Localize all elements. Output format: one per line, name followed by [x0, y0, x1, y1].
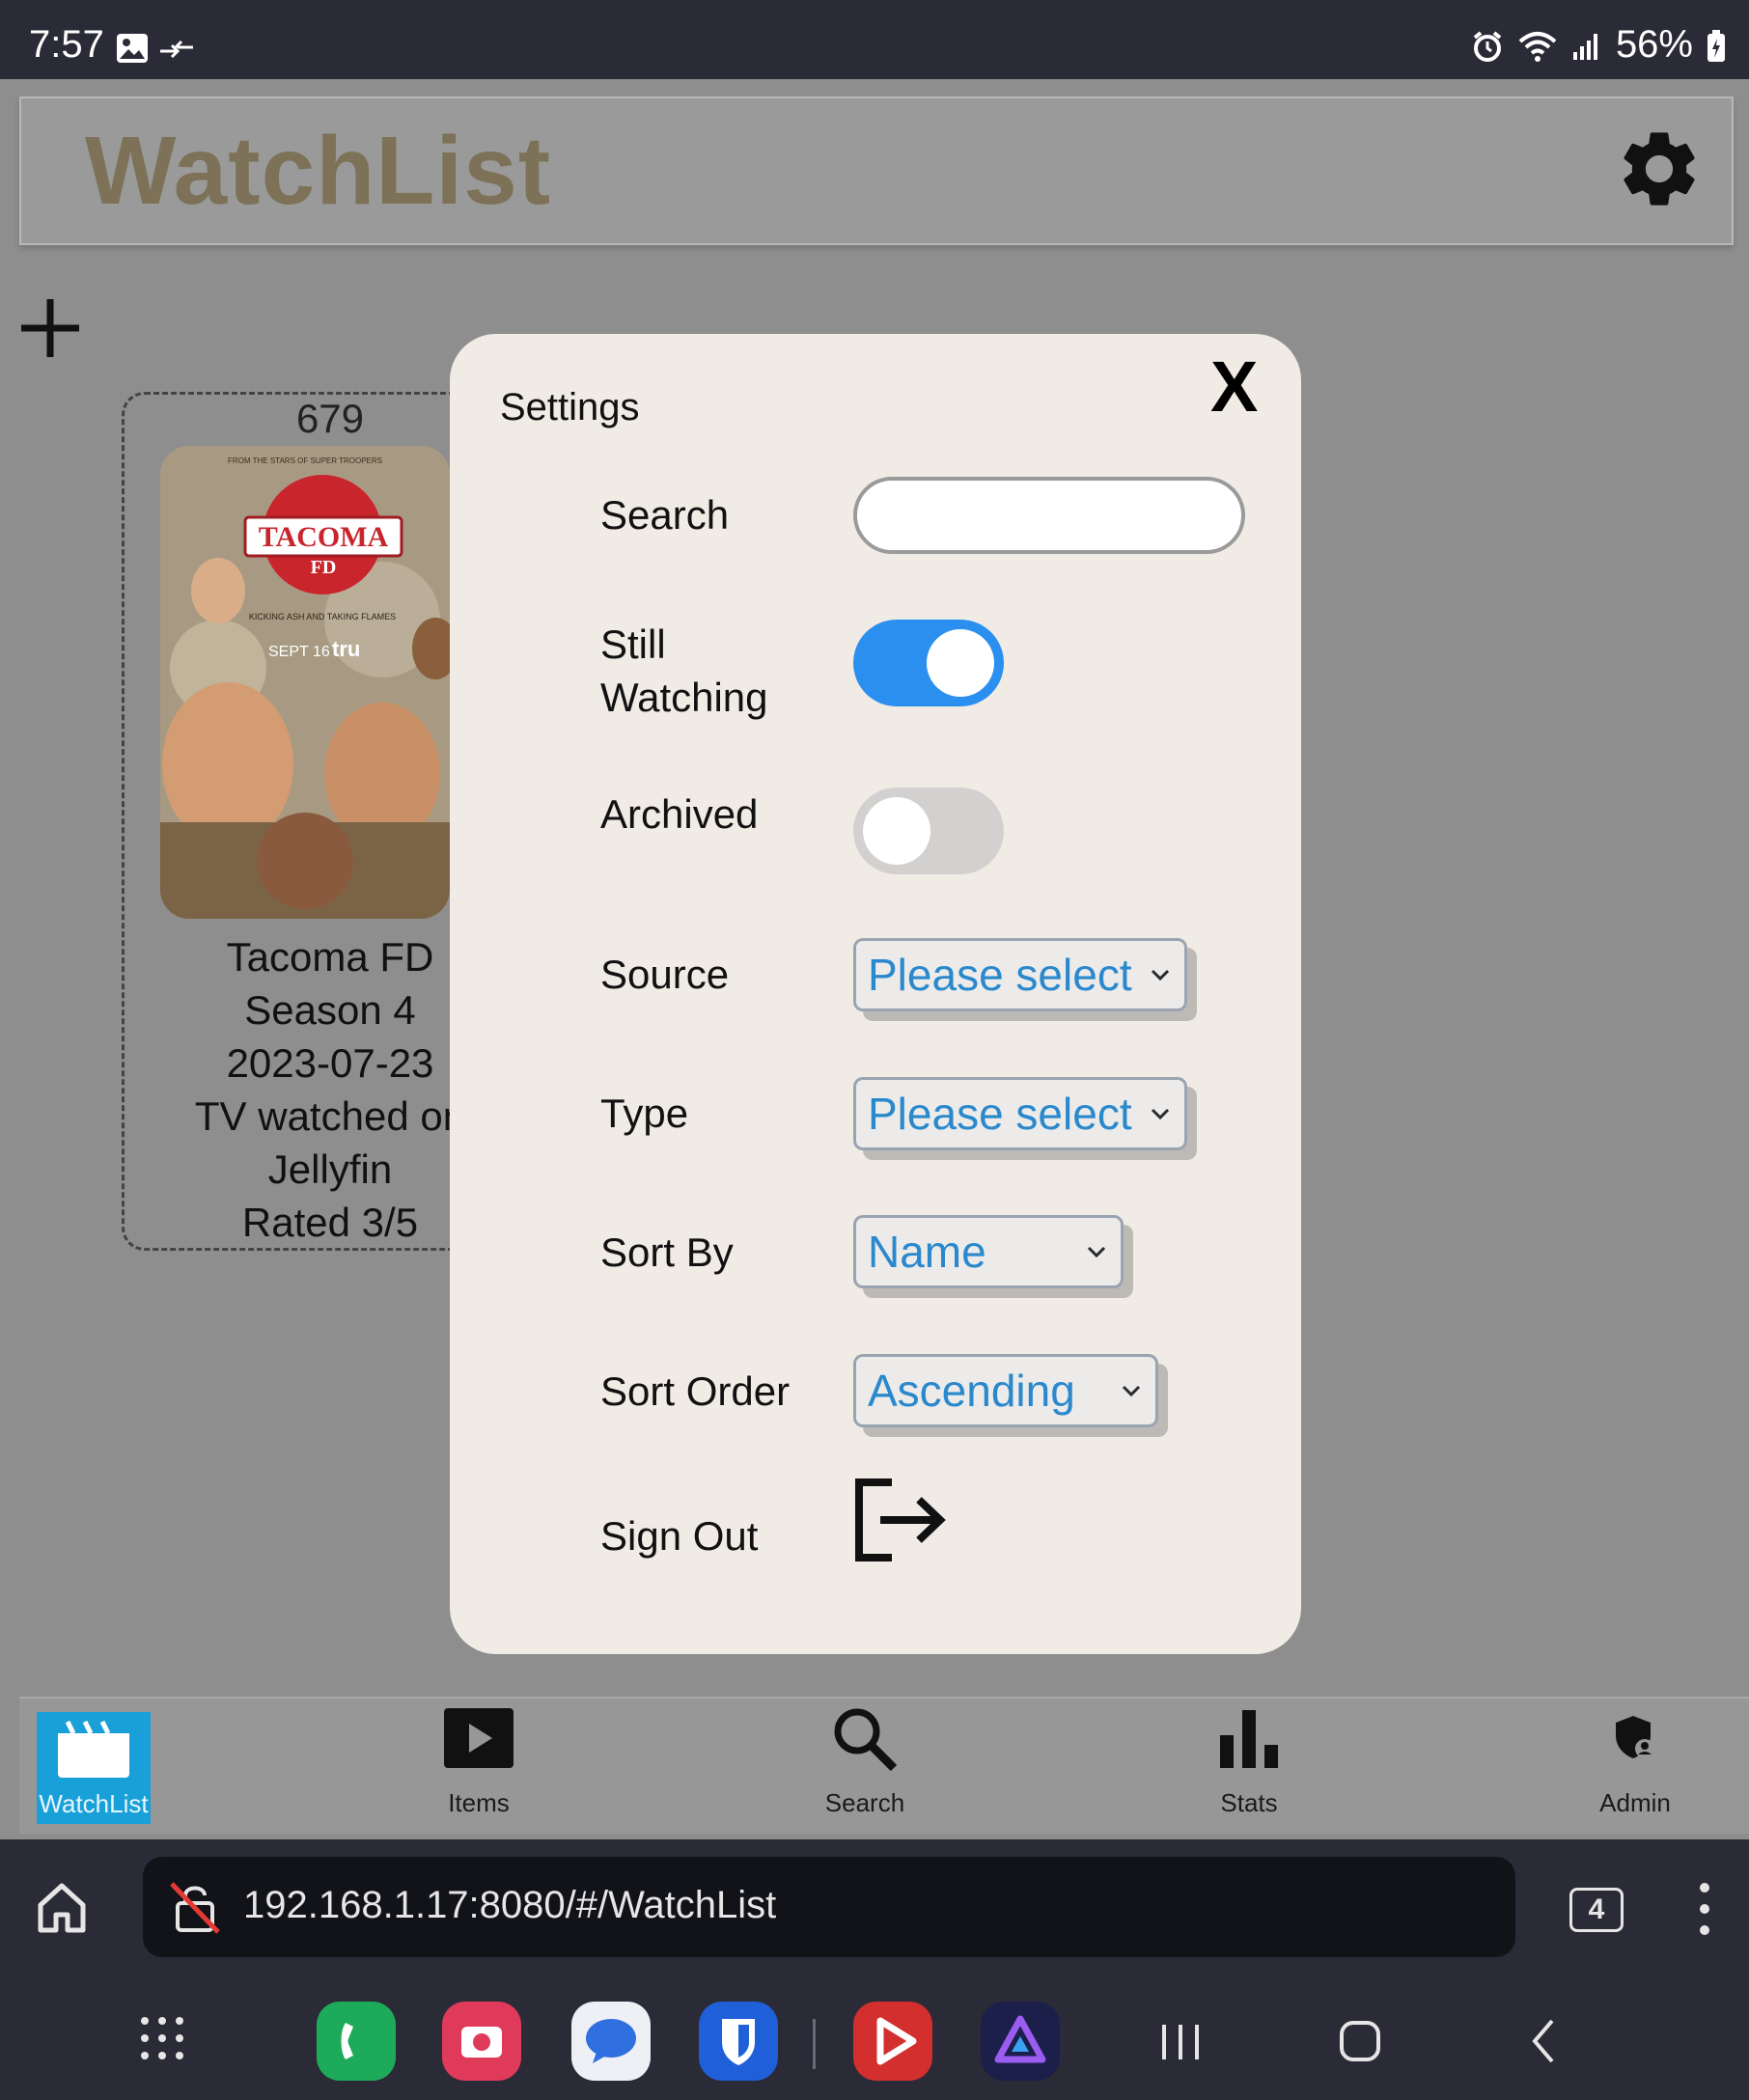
search-icon [834, 1708, 898, 1772]
archived-toggle[interactable] [853, 788, 1004, 874]
type-label: Type [600, 1091, 689, 1136]
sort-order-label: Sort Order [600, 1368, 791, 1414]
bar-chart-icon [1220, 1710, 1278, 1768]
poster-tagline: FROM THE STARS OF SUPER TROOPERS [228, 456, 382, 465]
close-button[interactable]: X [1210, 345, 1258, 428]
search-label: Search [600, 492, 730, 538]
home-icon[interactable] [33, 1878, 91, 1941]
add-icon[interactable] [15, 293, 85, 363]
more-menu-icon[interactable] [1695, 1880, 1714, 1943]
messages-app-icon[interactable] [571, 2002, 651, 2081]
sort-order-select[interactable]: Ascending [853, 1354, 1158, 1427]
chevron-down-icon [1151, 1108, 1170, 1120]
bitwarden-app-icon[interactable] [699, 2002, 778, 2081]
nav-watchlist-label: WatchList [39, 1789, 149, 1818]
source-select[interactable]: Please select [853, 938, 1187, 1011]
nav-search[interactable]: Search [768, 1697, 961, 1832]
sign-out-label: Sign Out [600, 1513, 759, 1559]
alarm-icon [1471, 23, 1504, 67]
data-transfer-icon [158, 37, 195, 62]
battery-icon [1707, 23, 1726, 67]
sort-by-select[interactable]: Name [853, 1215, 1124, 1288]
still-watching-label-line2: Watching [600, 675, 768, 720]
gear-icon[interactable] [1614, 124, 1705, 214]
type-select[interactable]: Please select [853, 1077, 1187, 1150]
signal-icon [1571, 23, 1602, 67]
dock-divider [813, 2019, 816, 2069]
insecure-lock-icon[interactable] [166, 1878, 224, 1941]
archived-label: Archived [600, 791, 759, 837]
status-icons: 56% [1471, 23, 1726, 67]
camera-app-icon[interactable] [442, 2002, 521, 2081]
nav-search-label: Search [824, 1788, 905, 1817]
youtube-app-icon[interactable] [853, 2002, 932, 2081]
nav-items[interactable]: Items [382, 1697, 575, 1832]
poster-logo: TACOMA [259, 521, 389, 553]
nav-admin-label: Admin [1599, 1788, 1671, 1817]
jellyfin-app-icon[interactable] [981, 2002, 1060, 2081]
poster-network: tru [332, 637, 360, 661]
battery-percent: 56% [1615, 23, 1693, 66]
tab-count-button[interactable]: 4 [1569, 1888, 1624, 1932]
sort-order-select-value: Ascending [868, 1366, 1075, 1416]
search-input[interactable] [853, 477, 1245, 554]
wifi-icon [1517, 23, 1558, 67]
type-select-value: Please select [868, 1089, 1132, 1139]
clapperboard-icon [58, 1720, 129, 1778]
nav-items-label: Items [448, 1788, 510, 1817]
nav-stats-label: Stats [1220, 1788, 1278, 1817]
still-watching-label-line1: Still [600, 622, 666, 667]
app-title: WatchList [85, 117, 552, 225]
app-drawer-icon[interactable] [139, 2015, 185, 2066]
status-time: 7:57 [29, 23, 104, 66]
poster-image[interactable]: FROM THE STARS OF SUPER TROOPERS TACOMA … [160, 446, 450, 919]
nav-stats[interactable]: Stats [1152, 1697, 1346, 1832]
sort-by-label: Sort By [600, 1230, 734, 1275]
toggle-knob [863, 797, 930, 865]
source-label: Source [600, 952, 730, 997]
chevron-down-icon [1151, 969, 1170, 981]
source-select-value: Please select [868, 950, 1132, 1000]
phone-app-icon[interactable] [317, 2002, 396, 2081]
toggle-knob [927, 629, 994, 697]
url-text[interactable]: 192.168.1.17:8080/#/WatchList [243, 1884, 776, 1927]
play-icon [444, 1708, 514, 1768]
poster-kicking: KICKING ASH AND TAKING FLAMES [249, 612, 396, 622]
settings-title: Settings [500, 386, 640, 428]
chevron-down-icon [1122, 1385, 1141, 1397]
still-watching-toggle[interactable] [853, 620, 1004, 706]
back-icon[interactable] [1529, 2017, 1558, 2070]
recent-apps-icon[interactable] [1158, 2021, 1203, 2068]
admin-shield-icon [1616, 1716, 1654, 1758]
home-nav-icon[interactable] [1338, 2019, 1382, 2068]
poster-logo-sub: FD [311, 557, 337, 578]
sort-by-select-value: Name [868, 1227, 986, 1277]
gallery-icon [116, 33, 149, 64]
poster-date: SEPT 16 [268, 644, 330, 660]
still-watching-label: Still Watching [600, 618, 768, 724]
nav-admin[interactable]: Admin [1539, 1697, 1732, 1832]
sign-out-icon[interactable] [853, 1477, 948, 1563]
chevron-down-icon [1087, 1246, 1106, 1258]
